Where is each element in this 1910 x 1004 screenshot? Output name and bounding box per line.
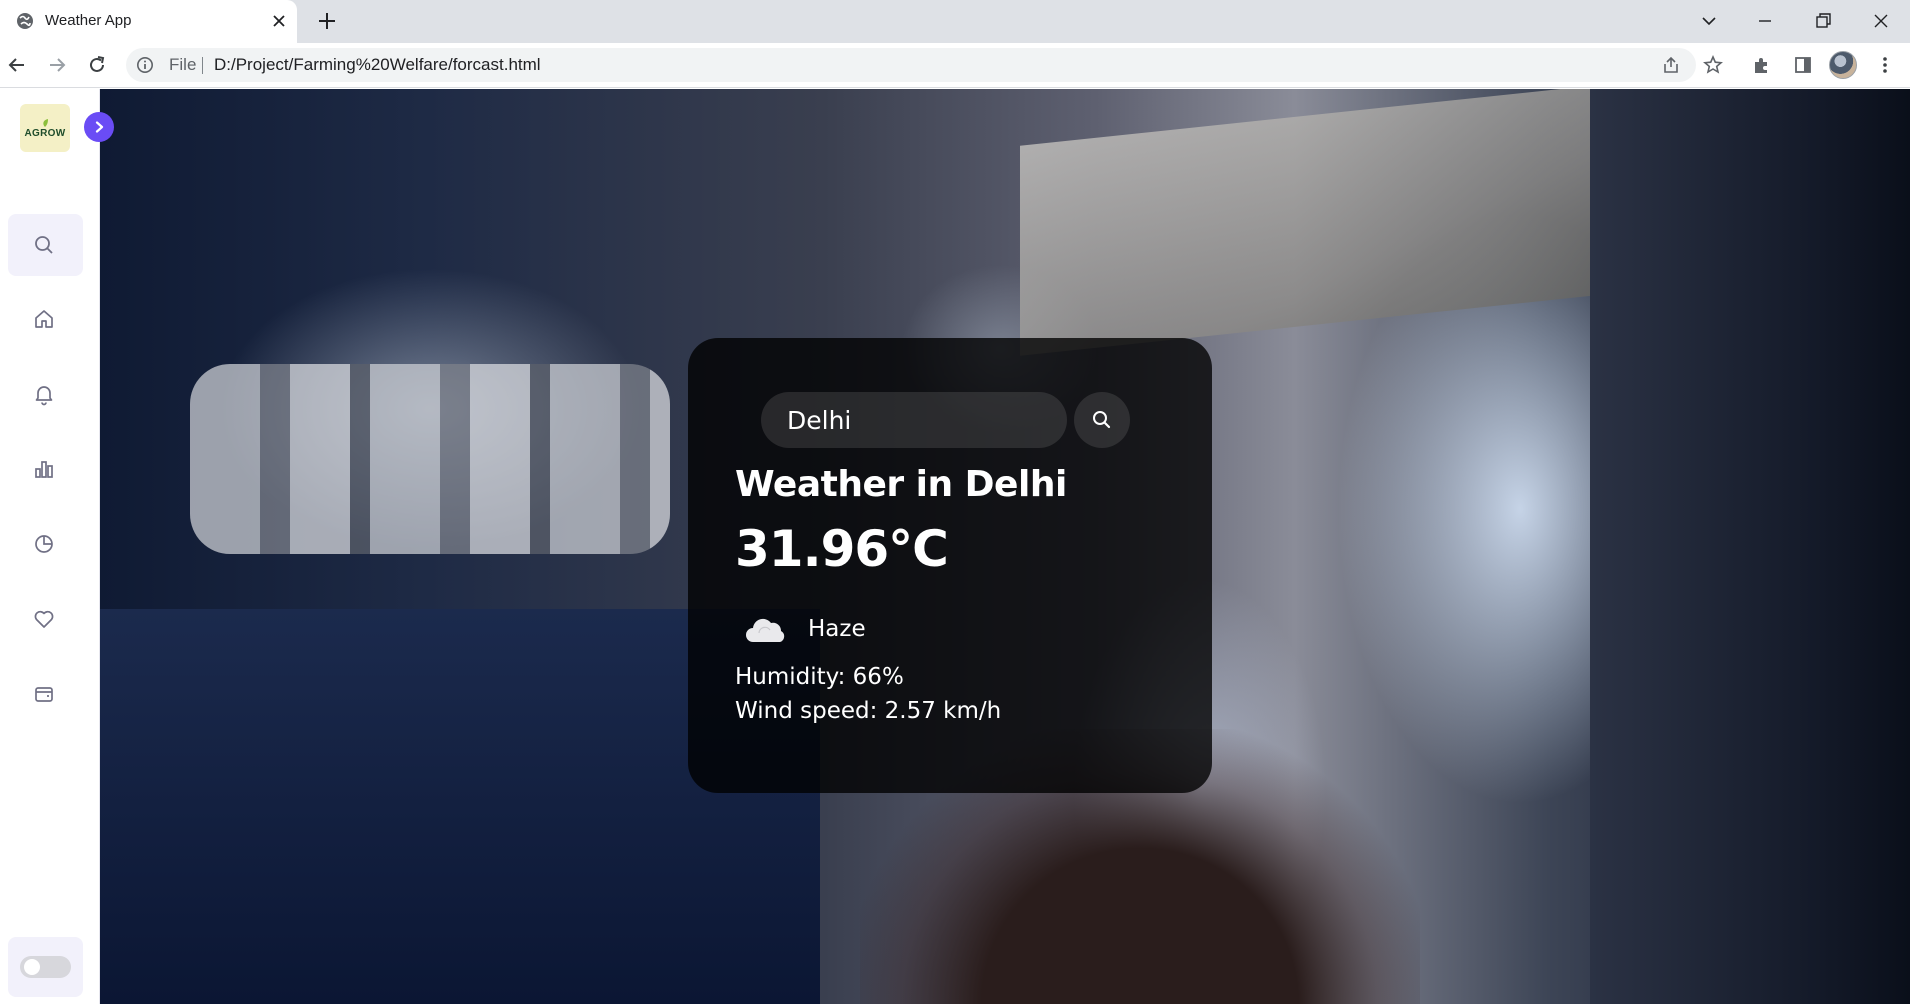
- wallet-icon[interactable]: [32, 682, 56, 706]
- reload-icon[interactable]: [86, 54, 108, 76]
- heart-icon[interactable]: [32, 607, 56, 631]
- browser-tab-active[interactable]: Weather App: [0, 0, 297, 43]
- close-window-icon[interactable]: [1868, 8, 1894, 34]
- search-icon: [35, 236, 53, 254]
- theme-toggle-container: [8, 937, 83, 997]
- sidebar-item-search[interactable]: [8, 214, 83, 276]
- weather-title: Weather in Delhi: [735, 464, 1067, 505]
- globe-icon: [17, 13, 33, 29]
- restore-icon[interactable]: [1810, 8, 1836, 34]
- city-search-input[interactable]: [761, 392, 1067, 448]
- wind-speed-text: Wind speed: 2.57 km/h: [735, 698, 1002, 724]
- switch-knob: [24, 959, 40, 975]
- bookmark-star-icon[interactable]: [1702, 54, 1724, 76]
- chevron-right-icon: [95, 121, 104, 133]
- scheme-label: File: [169, 55, 197, 74]
- cloud-icon: [746, 618, 785, 642]
- extensions-icon[interactable]: [1751, 54, 1773, 76]
- browser-toolbar: File D:/Project/Farming%20Welfare/forcas…: [0, 43, 1910, 88]
- forward-icon[interactable]: [46, 54, 68, 76]
- bar-chart-icon[interactable]: [32, 457, 56, 481]
- humidity-text: Humidity: 66%: [735, 664, 904, 690]
- weather-card: Weather in Delhi 31.96°C Haze Humidity: …: [688, 338, 1212, 793]
- page-viewport: AGROW Delhi Weather in Delhi 31.96°C Haz…: [0, 89, 1910, 1004]
- browser-tab-bar: Weather App: [0, 0, 1910, 43]
- app-logo[interactable]: AGROW: [20, 104, 70, 152]
- new-tab-icon[interactable]: [316, 10, 338, 32]
- share-icon[interactable]: [1661, 55, 1681, 75]
- temperature-value: 31.96°C: [735, 520, 949, 578]
- back-icon[interactable]: [6, 54, 28, 76]
- logo-text: AGROW: [24, 127, 66, 139]
- minimize-icon[interactable]: [1752, 8, 1778, 34]
- home-icon[interactable]: [32, 307, 56, 331]
- tab-title: Weather App: [45, 12, 132, 29]
- pie-chart-icon[interactable]: [32, 532, 56, 556]
- photo-right-wall: [1590, 89, 1910, 1004]
- tab-search-icon[interactable]: [1696, 8, 1722, 34]
- dark-mode-switch[interactable]: [20, 956, 71, 978]
- sidebar-expand-button[interactable]: [84, 112, 114, 142]
- sidebar: AGROW: [0, 89, 100, 1004]
- close-tab-icon[interactable]: [270, 12, 288, 30]
- photo-water-bottles: [190, 364, 670, 554]
- search-button[interactable]: [1074, 392, 1130, 448]
- address-bar[interactable]: File D:/Project/Farming%20Welfare/forcas…: [126, 48, 1696, 82]
- more-menu-icon[interactable]: [1874, 54, 1896, 76]
- profile-avatar[interactable]: [1829, 51, 1857, 79]
- weather-condition: Haze: [808, 616, 866, 642]
- bell-icon[interactable]: [32, 382, 56, 406]
- omnibox-divider: [202, 57, 203, 74]
- search-icon: [1093, 411, 1111, 429]
- side-panel-icon[interactable]: [1792, 54, 1814, 76]
- leaf-icon: [43, 118, 48, 127]
- url-text[interactable]: D:/Project/Farming%20Welfare/forcast.htm…: [214, 55, 541, 75]
- info-icon[interactable]: [136, 56, 154, 74]
